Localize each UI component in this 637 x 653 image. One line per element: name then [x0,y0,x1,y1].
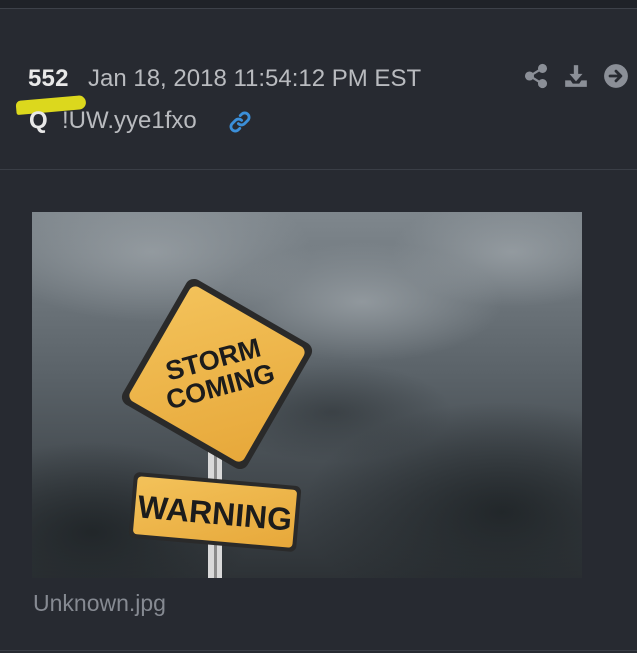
post-date: Jan 18, 2018 11:54:12 PM EST [88,65,422,92]
storm-sign-photo: STORM COMING WARNING [32,212,582,578]
top-divider [0,0,637,9]
link-icon[interactable] [226,109,254,135]
tripcode: !UW.yye1fxo [62,107,197,134]
share-icon[interactable] [523,63,549,89]
bottom-divider [0,650,637,651]
post-header: 552 Jan 18, 2018 11:54:12 PM EST Q !UW.y… [0,9,637,170]
attachment-image[interactable]: STORM COMING WARNING [32,212,582,578]
post-number[interactable]: 552 [28,65,69,93]
author-name: Q [29,107,48,134]
post-actions [523,63,629,89]
download-icon[interactable] [563,63,589,89]
arrow-right-circle-icon[interactable] [603,63,629,89]
attachment-filename[interactable]: Unknown.jpg [33,590,166,617]
